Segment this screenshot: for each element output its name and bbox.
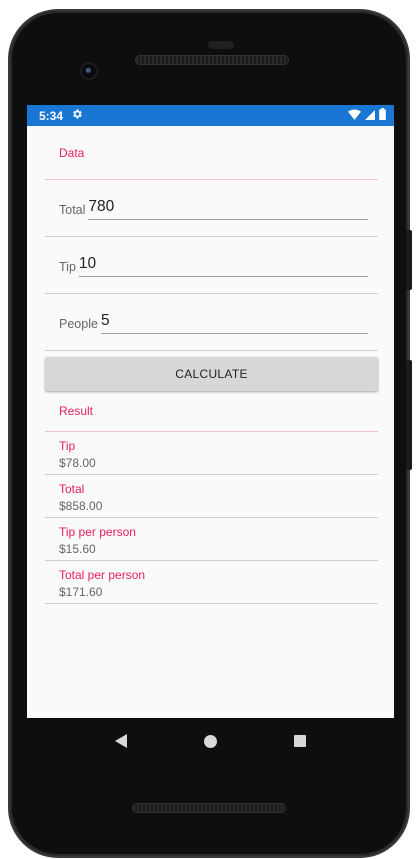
gear-icon	[71, 108, 83, 123]
result-item-tip-per-person: Tip per person $15.60	[45, 518, 378, 561]
app-screen: 5:34 Data Total Tip People	[27, 105, 394, 718]
phone-top-slot	[208, 41, 234, 49]
result-label: Total	[59, 482, 85, 496]
navigation-bar	[27, 718, 394, 764]
people-input[interactable]	[100, 310, 368, 334]
home-icon[interactable]	[203, 734, 217, 748]
result-value: $171.60	[59, 585, 103, 599]
result-label: Total per person	[59, 568, 146, 582]
result-value: $15.60	[59, 542, 96, 556]
volume-button	[406, 230, 412, 290]
status-icons	[348, 108, 386, 123]
people-field-row: People	[45, 294, 378, 351]
tip-field-row: Tip	[45, 237, 378, 294]
status-bar: 5:34	[27, 105, 394, 126]
result-label: Tip	[59, 439, 76, 453]
total-label: Total	[59, 203, 86, 217]
front-camera	[82, 64, 96, 78]
calculate-button[interactable]: CALCULATE	[45, 357, 378, 391]
result-value: $858.00	[59, 499, 103, 513]
cell-signal-icon	[365, 109, 375, 123]
total-input[interactable]	[88, 196, 368, 220]
tip-label: Tip	[59, 260, 76, 274]
result-item-tip: Tip $78.00	[45, 432, 378, 475]
people-label: People	[59, 317, 98, 331]
result-item-total: Total $858.00	[45, 475, 378, 518]
power-button	[406, 360, 412, 470]
recents-icon[interactable]	[293, 735, 306, 747]
result-item-total-per-person: Total per person $171.60	[45, 561, 378, 604]
battery-icon	[379, 108, 386, 123]
status-time: 5:34	[39, 108, 64, 123]
earpiece-speaker	[136, 56, 288, 64]
wifi-icon	[348, 108, 361, 123]
result-section-title: Result	[45, 391, 378, 432]
calculator-form: Data Total Tip People CALCULATE Result T…	[27, 126, 394, 604]
back-icon[interactable]	[115, 734, 128, 748]
total-field-row: Total	[45, 180, 378, 237]
result-value: $78.00	[59, 456, 96, 470]
bottom-speaker	[133, 804, 285, 812]
data-section-title: Data	[45, 126, 378, 180]
result-label: Tip per person	[59, 525, 136, 539]
tip-input[interactable]	[78, 253, 368, 277]
